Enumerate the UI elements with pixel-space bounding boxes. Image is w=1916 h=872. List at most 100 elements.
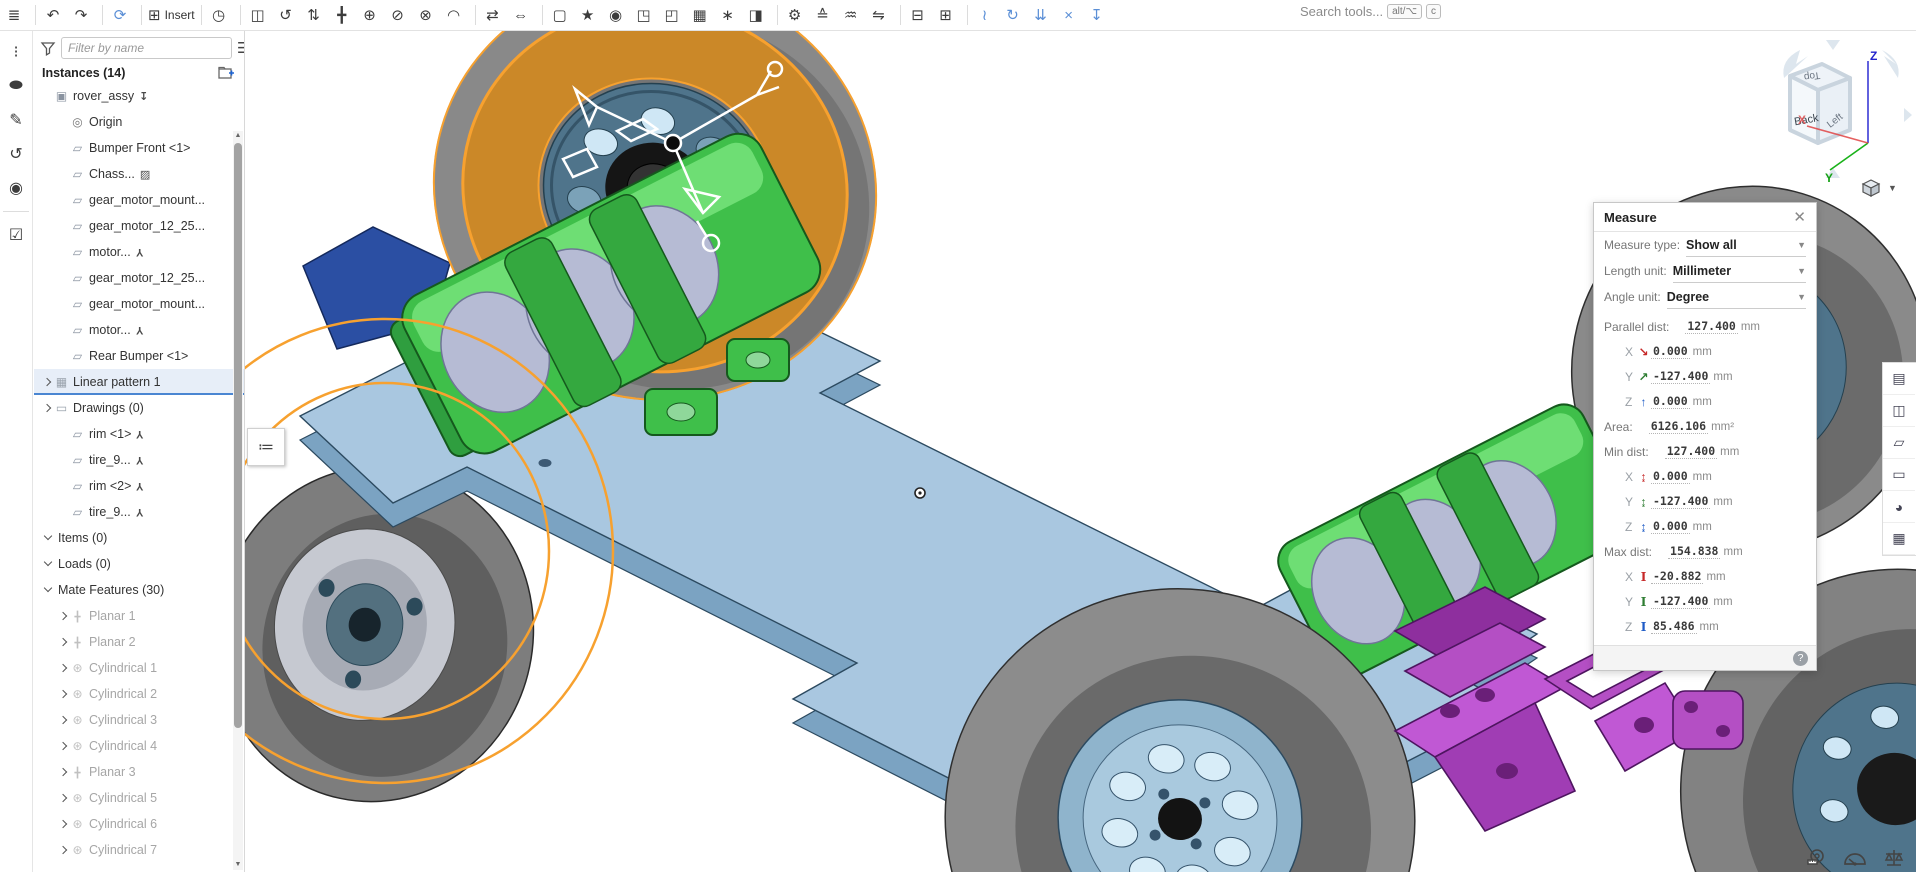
chevron-icon[interactable] — [58, 610, 70, 622]
release-notes-icon[interactable]: ✎ — [2, 105, 30, 135]
chevron-icon[interactable] — [58, 714, 70, 726]
versions-icon[interactable]: ⁝ — [2, 37, 30, 67]
filter-input[interactable] — [61, 37, 232, 59]
named-positions-icon[interactable]: ◷ — [208, 2, 234, 28]
chevron-icon[interactable] — [58, 246, 70, 258]
tree-row[interactable]: Bumper Front <1> — [34, 135, 244, 161]
tree-row[interactable]: Planar 3 — [34, 759, 244, 785]
tape-measure-icon[interactable] — [1804, 846, 1828, 870]
view-cube[interactable]: Top Back Left Z Y X — [1778, 38, 1914, 188]
screw-relation-icon[interactable]: ⇋ — [868, 2, 894, 28]
tree-row[interactable]: gear_motor_12_25... — [34, 265, 244, 291]
chevron-icon[interactable] — [58, 766, 70, 778]
tangent-mate-icon[interactable]: ◠ — [443, 2, 469, 28]
mate-connector-icon[interactable]: ⇔ — [510, 2, 536, 28]
in-context-icon[interactable]: ◉ — [605, 2, 631, 28]
chevron-icon[interactable] — [42, 376, 54, 388]
feature-checklist-icon[interactable]: ☑ — [2, 220, 30, 250]
tree-row[interactable]: gear_motor_mount... — [34, 187, 244, 213]
scroll-thumb[interactable] — [234, 143, 242, 728]
replicate-icon[interactable]: ⇄ — [482, 2, 508, 28]
protractor-icon[interactable] — [1842, 846, 1868, 870]
part-icon[interactable]: ◰ — [661, 2, 687, 28]
help-icon[interactable]: ? — [1793, 650, 1808, 666]
chevron-icon[interactable] — [58, 194, 70, 206]
assembly-structure-icon[interactable]: ≣ — [3, 2, 29, 28]
revolute-mate-icon[interactable]: ↺ — [275, 2, 301, 28]
history-icon[interactable]: ↺ — [2, 139, 30, 169]
planar-mate-icon[interactable]: ╋ — [331, 2, 357, 28]
animate-icon[interactable]: ↻ — [1002, 2, 1028, 28]
chevron-icon[interactable] — [42, 558, 54, 570]
origin-point[interactable] — [914, 487, 926, 499]
chevron-icon[interactable] — [58, 324, 70, 336]
chevron-icon[interactable] — [58, 662, 70, 674]
chevron-icon[interactable] — [58, 844, 70, 856]
chevron-icon[interactable] — [58, 298, 70, 310]
tree-row[interactable]: Linear pattern 1 — [34, 369, 244, 395]
select-box-icon[interactable]: ▢ — [549, 2, 575, 28]
rack-pinion-relation-icon[interactable]: ≙ — [812, 2, 838, 28]
add-folder-icon[interactable] — [218, 66, 236, 80]
tree-row[interactable]: Cylindrical 7 — [34, 837, 244, 863]
scroll-down-icon[interactable]: ▼ — [233, 860, 243, 870]
ball-mate-icon[interactable]: ⊕ — [359, 2, 385, 28]
dimensions-icon[interactable]: ▭ — [1883, 459, 1915, 491]
search-help-icon[interactable]: ◉ — [2, 173, 30, 203]
chevron-icon[interactable] — [58, 688, 70, 700]
snapshot-icon[interactable]: ↧ — [1086, 2, 1112, 28]
tree-row[interactable]: gear_motor_mount... — [34, 291, 244, 317]
element-structure-icon[interactable]: ▤ — [1883, 363, 1915, 395]
pattern-icon[interactable]: ∗ — [717, 2, 743, 28]
chevron-icon[interactable] — [58, 272, 70, 284]
tree-row[interactable]: Cylindrical 3 — [34, 707, 244, 733]
fastened-mate-icon[interactable]: ◫ — [247, 2, 273, 28]
tree-row[interactable]: motor... — [34, 317, 244, 343]
delete-view-icon[interactable]: × — [1058, 2, 1084, 28]
tree-row[interactable]: Cylindrical 2 — [34, 681, 244, 707]
bom-icon[interactable]: ◫ — [1883, 395, 1915, 427]
search-tools-input[interactable]: Search tools... alt/⌥ c — [1300, 4, 1441, 19]
viewcube-cube[interactable]: Top Back Left — [1788, 62, 1852, 145]
scroll-up-icon[interactable]: ▲ — [233, 131, 243, 141]
tree-row[interactable]: Cylindrical 4 — [34, 733, 244, 759]
group-icon[interactable]: ▦ — [689, 2, 715, 28]
select-dropdown[interactable]: Millimeter ▼ — [1672, 260, 1806, 283]
chevron-icon[interactable] — [58, 142, 70, 154]
chevron-icon[interactable] — [58, 636, 70, 648]
tree-row[interactable]: Origin — [34, 109, 244, 135]
tree-row[interactable]: rover_assy — [34, 83, 244, 109]
tree-row[interactable]: Mate Features (30) — [34, 577, 244, 603]
chevron-icon[interactable] — [42, 532, 54, 544]
tree-row[interactable]: Items (0) — [34, 525, 244, 551]
cylindrical-mate-icon[interactable]: ⊘ — [387, 2, 413, 28]
chevron-icon[interactable] — [58, 454, 70, 466]
tree-row[interactable]: Drawings (0) — [34, 395, 244, 421]
chevron-icon[interactable] — [58, 818, 70, 830]
redo-icon[interactable]: ↷ — [70, 2, 96, 28]
favorites-icon[interactable]: ★ — [577, 2, 603, 28]
rack-relation-icon[interactable]: ♒ — [840, 2, 866, 28]
pin-slot-mate-icon[interactable]: ⊗ — [415, 2, 441, 28]
mass-properties-icon[interactable] — [1882, 846, 1906, 870]
insert-button[interactable]: ⊞ Insert — [148, 2, 195, 28]
undo-icon[interactable]: ↶ — [42, 2, 68, 28]
chevron-icon[interactable] — [58, 506, 70, 518]
chevron-icon[interactable] — [58, 792, 70, 804]
chevron-icon[interactable] — [58, 350, 70, 362]
chevron-icon[interactable] — [58, 168, 70, 180]
select-dropdown[interactable]: Degree ▼ — [1666, 286, 1806, 309]
tree-row[interactable]: tire_9... — [34, 447, 244, 473]
tree-row[interactable]: tire_9... — [34, 499, 244, 525]
slider-mate-icon[interactable]: ⇅ — [303, 2, 329, 28]
tree-row[interactable]: rim <1> — [34, 421, 244, 447]
chevron-icon[interactable] — [58, 428, 70, 440]
named-views-icon[interactable]: ◨ — [745, 2, 771, 28]
chevron-icon[interactable] — [42, 90, 54, 102]
configuration-icon[interactable]: ▱ — [1883, 427, 1915, 459]
close-icon[interactable]: ✕ — [1793, 208, 1806, 226]
view-mode-dropdown[interactable]: ▼ — [1860, 176, 1912, 200]
gear-relation-icon[interactable]: ⚙ — [784, 2, 810, 28]
comments-icon[interactable]: ⬬ — [2, 71, 30, 101]
chevron-icon[interactable] — [58, 116, 70, 128]
